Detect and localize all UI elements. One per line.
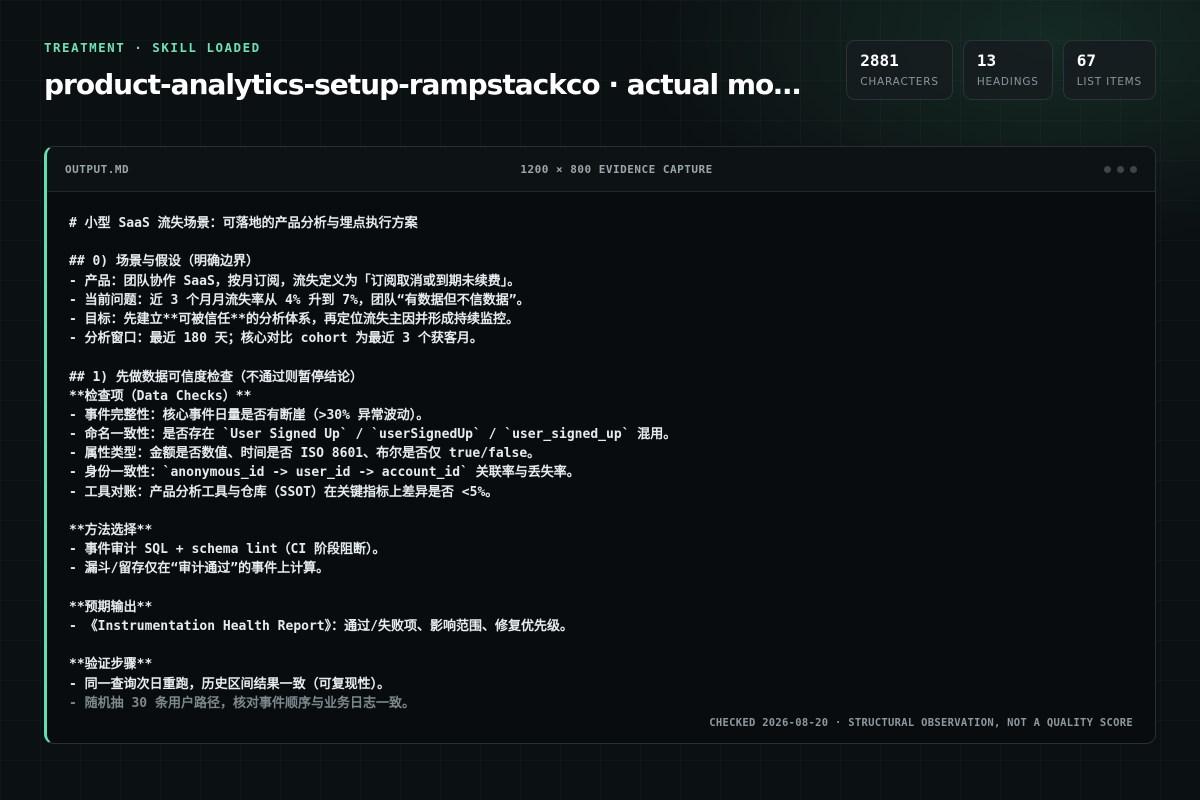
markdown-line: **方法选择** (69, 523, 153, 538)
markdown-line: - 产品：团队协作 SaaS，按月订阅，流失定义为「订阅取消或到期未续费」。 (69, 273, 521, 289)
stat-headings: 13 HEADINGS (962, 40, 1053, 100)
markdown-line: - 同一查询次日重跑，历史区间结果一致（可复现性）。 (69, 676, 391, 692)
markdown-line: ## 0) 场景与假设（明确边界） (69, 254, 259, 270)
dot-icon (1129, 165, 1137, 173)
markdown-line: - 事件审计 SQL + schema lint（CI 阶段阻断）。 (69, 542, 386, 558)
markdown-line (69, 348, 1155, 367)
more-options-icon[interactable] (1103, 165, 1137, 173)
markdown-line: - 事件完整性：核心事件日量是否有断崖（>30% 异常波动）。 (69, 407, 430, 423)
stat-label: CHARACTERS (860, 76, 939, 88)
stat-value: 13 (976, 51, 997, 70)
markdown-line: **检查项（Data Checks）** (69, 388, 252, 404)
markdown-line: - 当前问题：近 3 个月月流失率从 4% 升到 7%，团队“有数据但不信数据”… (69, 292, 530, 308)
panel-header: OUTPUT.MD 1200 × 800 EVIDENCE CAPTURE (47, 147, 1155, 192)
markdown-line: - 目标：先建立**可被信任**的分析体系，再定位流失主因并形成持续监控。 (69, 311, 519, 327)
markdown-line (69, 233, 1155, 252)
page-title: product-analytics-setup-rampstackco · ac… (44, 68, 814, 101)
footer-note: CHECKED 2026-08-20 · STRUCTURAL OBSERVAT… (709, 717, 1133, 729)
markdown-line: - 属性类型：金额是否数值、时间是否 ISO 8601、布尔是否仅 true/f… (69, 446, 541, 462)
stat-characters: 2881 CHARACTERS (846, 40, 953, 100)
dot-icon (1103, 165, 1111, 173)
stat-value: 2881 (860, 51, 899, 70)
markdown-line: - 漏斗/留存仅在“审计通过”的事件上计算。 (69, 561, 330, 577)
eyebrow-label: TREATMENT · SKILL LOADED (44, 40, 261, 55)
markdown-line: - 分析窗口：最近 180 天；核心对比 cohort 为最近 3 个获客月。 (69, 331, 483, 347)
markdown-line: **验证步骤** (69, 657, 153, 673)
markdown-line: - 身份一致性：`anonymous_id -> user_id -> acco… (69, 465, 580, 481)
file-name: OUTPUT.MD (65, 162, 130, 176)
markdown-output[interactable]: # 小型 SaaS 流失场景：可落地的产品分析与埋点执行方案 ## 0) 场景与假… (47, 192, 1155, 713)
markdown-line (69, 636, 1155, 655)
stat-label: LIST ITEMS (1076, 76, 1142, 88)
markdown-line: ## 1) 先做数据可信度检查（不通过则暂停结论） (69, 369, 363, 385)
output-panel: OUTPUT.MD 1200 × 800 EVIDENCE CAPTURE # … (44, 146, 1156, 744)
markdown-line (69, 579, 1155, 598)
capture-label: 1200 × 800 EVIDENCE CAPTURE (520, 162, 713, 176)
markdown-line: **预期输出** (69, 599, 153, 615)
markdown-line: - 命名一致性：是否存在 `User Signed Up` / `userSig… (69, 427, 677, 443)
markdown-line: - 《Instrumentation Health Report》：通过/失败项… (69, 618, 573, 634)
stat-label: HEADINGS (976, 76, 1039, 88)
dot-icon (1116, 165, 1124, 173)
markdown-line: - 随机抽 30 条用户路径，核对事件顺序与业务日志一致。 (69, 695, 415, 711)
stat-value: 67 (1076, 51, 1097, 70)
markdown-line (69, 502, 1155, 521)
markdown-line: # 小型 SaaS 流失场景：可落地的产品分析与埋点执行方案 (69, 216, 418, 231)
stats-bar: 2881 CHARACTERS 13 HEADINGS 67 LIST ITEM… (846, 40, 1156, 100)
stat-list-items: 67 LIST ITEMS (1062, 40, 1156, 100)
markdown-line: - 工具对账：产品分析工具与仓库（SSOT）在关键指标上差异是否 <5%。 (69, 484, 499, 500)
